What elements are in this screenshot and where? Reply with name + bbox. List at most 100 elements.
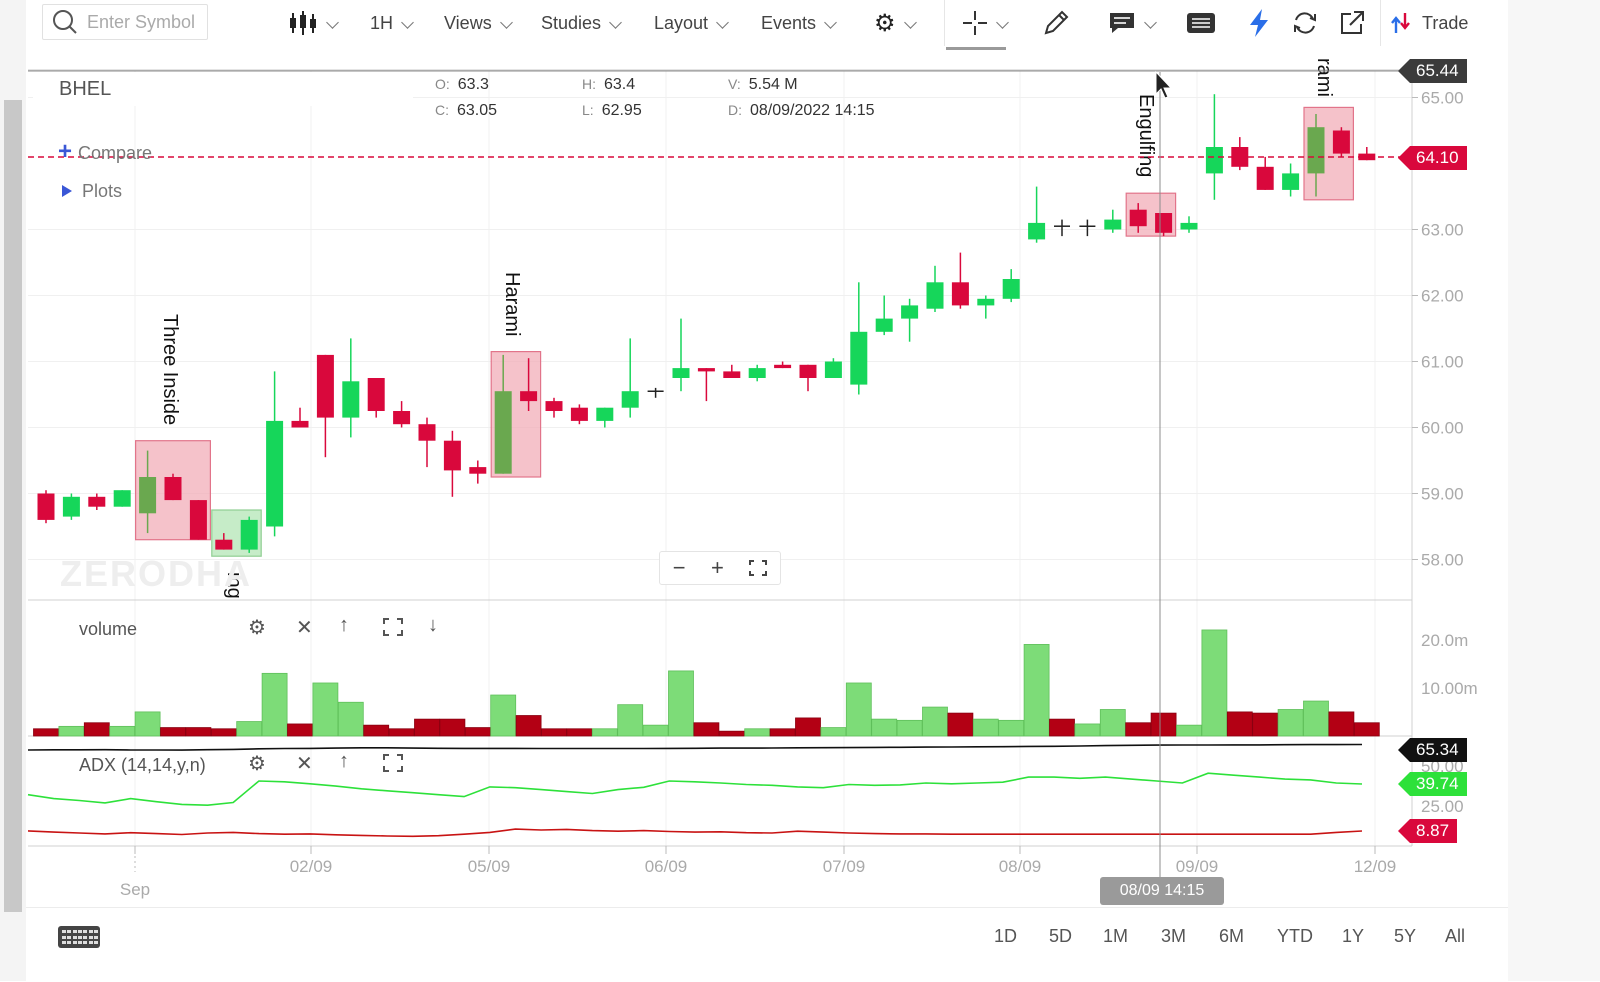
arrow-down-icon[interactable]: ↓ (428, 614, 438, 637)
gear-icon[interactable]: ⚙ (248, 615, 266, 640)
chevron-down-icon (1144, 15, 1157, 29)
keyboard-key (62, 935, 66, 939)
candle-body (37, 493, 55, 520)
chevron-down-icon (824, 15, 837, 29)
volume-value: V: 5.54 M (728, 76, 798, 94)
fit-screen-icon[interactable] (749, 560, 768, 576)
x-tick-label: Sep (120, 880, 150, 899)
keyboard-key (83, 935, 88, 939)
volume-bar (1023, 644, 1050, 737)
date-key: D: (728, 102, 742, 118)
zoom-out-button[interactable]: − (673, 555, 686, 581)
gear-icon[interactable]: ⚙ (248, 751, 266, 776)
crosshair-price-tag: 65.44 (1398, 59, 1467, 83)
price-chart[interactable]: 65.00 63.00 62.00 61.00 60.00 59.00 58.00 20.0m… (0, 0, 1508, 981)
candle-body (520, 391, 538, 402)
range-6m[interactable]: 6M (1219, 926, 1244, 947)
volume-bar (820, 727, 847, 737)
x-tick-label: 08/09 (999, 857, 1042, 876)
volume-bar (287, 723, 313, 737)
high-number: 63.4 (604, 76, 636, 93)
arrow-up-icon[interactable]: ↑ (339, 614, 349, 637)
keyboard-key (93, 930, 98, 933)
volume-bar (58, 725, 85, 737)
candle-body (621, 391, 639, 408)
close-icon[interactable]: ✕ (296, 615, 313, 640)
draw-button[interactable] (1042, 10, 1070, 36)
close-icon[interactable]: ✕ (296, 751, 313, 776)
keyboard-key (62, 930, 66, 933)
volume-bar (414, 718, 440, 737)
search-input[interactable] (85, 10, 207, 34)
candle-body (748, 368, 766, 378)
top-toolbar: 1H Views Studies Layout Events ⚙ Trade (26, 0, 1506, 52)
range-5d[interactable]: 5D (1049, 926, 1072, 947)
keyboard-key (88, 941, 93, 944)
maximize-icon[interactable] (383, 754, 403, 772)
comment-icon (1110, 13, 1134, 33)
views-label: Views (444, 12, 492, 33)
candle-body (570, 407, 588, 421)
zoom-in-button[interactable]: + (711, 555, 724, 581)
volume-bar (1328, 711, 1355, 737)
studies-button[interactable]: Studies (541, 10, 622, 36)
volume-bar (795, 717, 821, 737)
range-1m[interactable]: 1M (1103, 926, 1128, 947)
low-key: L: (582, 102, 594, 118)
volume-bar (236, 721, 263, 737)
plots-toggle[interactable]: Plots (62, 181, 122, 202)
keyboard-key (72, 930, 77, 933)
candle-body (901, 305, 919, 319)
refresh-button[interactable] (1291, 10, 1319, 36)
candle-body (443, 440, 461, 471)
volume-bar (972, 718, 999, 737)
candle-body (723, 371, 741, 378)
candle-body (977, 298, 995, 306)
comment-button[interactable] (1108, 10, 1157, 36)
range-3m[interactable]: 3M (1161, 926, 1186, 947)
arrow-up-icon[interactable]: ↑ (339, 750, 349, 773)
symbol-search[interactable] (42, 4, 208, 40)
range-5y[interactable]: 5Y (1394, 926, 1416, 947)
chart-type-button[interactable] (288, 10, 339, 36)
volume-bar (1303, 700, 1329, 737)
chevron-down-icon (401, 15, 414, 29)
maximize-icon[interactable] (383, 618, 403, 636)
compare-button[interactable]: + Compare (58, 138, 152, 166)
x-tick-label: 12/09 (1354, 857, 1397, 876)
close-key: C: (435, 102, 449, 118)
volume-bar (337, 701, 364, 737)
volume-bar (947, 712, 974, 737)
settings-button[interactable]: ⚙ (874, 9, 917, 37)
news-button[interactable] (1186, 10, 1216, 36)
keyboard-icon[interactable] (58, 926, 100, 948)
range-ytd[interactable]: YTD (1277, 926, 1313, 947)
range-all[interactable]: All (1445, 926, 1465, 947)
x-tick-label: 02/09 (290, 857, 333, 876)
layout-button[interactable]: Layout (654, 10, 729, 36)
trade-button[interactable]: Trade (1390, 10, 1468, 36)
candle-body (824, 361, 842, 378)
refresh-icon (1294, 12, 1316, 34)
candle-body (367, 378, 385, 411)
crosshair-button[interactable] (962, 10, 1009, 36)
range-1y[interactable]: 1Y (1342, 926, 1364, 947)
volume-bar (744, 728, 771, 737)
interval-button[interactable]: 1H (370, 10, 414, 36)
adx-tick-label: 25.00 (1421, 797, 1464, 816)
search-icon (53, 10, 77, 34)
open-key: O: (435, 76, 450, 92)
range-1d[interactable]: 1D (994, 926, 1017, 947)
chevron-down-icon (499, 15, 513, 29)
views-button[interactable]: Views (444, 10, 513, 36)
alerts-button[interactable] (1247, 9, 1271, 37)
popout-button[interactable] (1338, 10, 1366, 36)
gear-icon: ⚙ (874, 9, 896, 37)
candle-body (418, 424, 436, 441)
adx-red-tag: 8.87 (1397, 819, 1458, 843)
candle-body (774, 364, 792, 369)
watermark: ZERODHA (60, 553, 252, 594)
chart-area[interactable]: 65.00 63.00 62.00 61.00 60.00 59.00 58.00 20.0m… (0, 0, 1508, 981)
events-button[interactable]: Events (761, 10, 837, 36)
volume-bar (1277, 709, 1304, 737)
